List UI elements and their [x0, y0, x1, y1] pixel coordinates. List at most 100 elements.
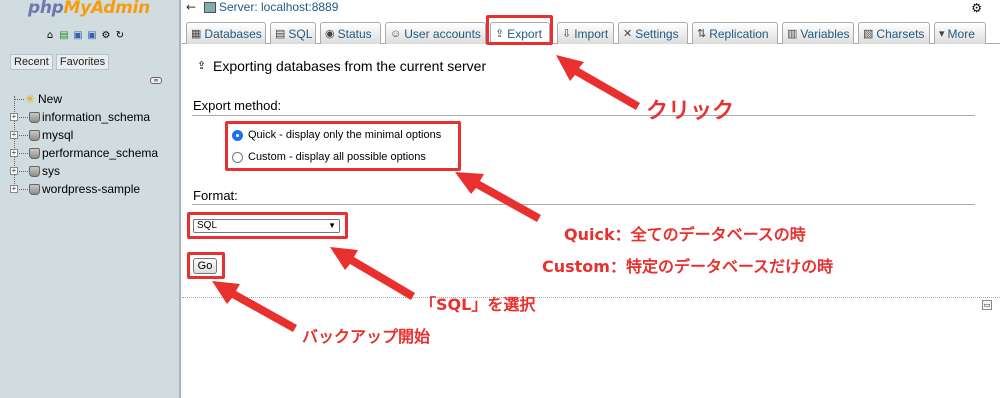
sidebar-quick-links: ⌂ ▤ ▣ ▣ ⚙ ↻	[44, 30, 126, 42]
format-divider	[192, 204, 975, 205]
arrow-to-go-button	[212, 281, 297, 332]
users-icon: ☺	[390, 27, 402, 40]
tree-branch-line	[19, 188, 28, 190]
databases-icon: ▦	[191, 28, 202, 40]
tab-label: More	[947, 26, 975, 41]
tree-branch-line	[19, 116, 28, 118]
page-title-text: Exporting databases from the current ser…	[213, 58, 487, 74]
tab-label: Charsets	[876, 26, 925, 41]
link-with-main-panel-icon[interactable]: ∞	[150, 77, 162, 84]
tab-label: Variables	[800, 26, 850, 41]
tab-more[interactable]: ▾ More	[934, 22, 986, 44]
logout-icon[interactable]: ▤	[58, 30, 70, 42]
database-icon	[29, 129, 40, 141]
tab-label: Settings	[635, 26, 679, 41]
arrow-to-export-method	[455, 172, 541, 222]
highlight-export-tab	[486, 15, 553, 45]
tab-label: Status	[337, 26, 372, 41]
server-icon	[204, 1, 216, 13]
annotation-select-sql: 「SQL」を選択	[420, 295, 536, 314]
tab-charsets[interactable]: ▧ Charsets	[858, 22, 930, 44]
annotation-quick: Quick：全てのデータベースの時	[564, 225, 806, 244]
chevron-down-icon: ▾	[939, 28, 945, 40]
tab-label: Replication	[709, 26, 769, 41]
tab-replication[interactable]: ⇅ Replication	[692, 22, 778, 44]
database-icon	[29, 183, 40, 195]
tree-item-label: performance_schema	[42, 146, 159, 160]
tree-item-mysql[interactable]: + mysql	[10, 126, 158, 144]
charsets-icon: ▧	[863, 28, 874, 40]
collapse-sidebar-arrow-icon[interactable]: ←	[186, 0, 196, 14]
tab-label: Import	[574, 26, 609, 41]
tree-item-label: sys	[42, 164, 60, 178]
highlight-go-button	[187, 252, 225, 279]
tree-branch-line	[19, 170, 28, 172]
tab-settings[interactable]: ✕ Settings	[618, 22, 688, 44]
tab-label: User accounts	[404, 26, 481, 41]
reload-icon[interactable]: ↻	[114, 30, 126, 42]
server-tab-bar: ▦ Databases ▤ SQL ◉ Status ☺ User accounts ⇪…	[182, 18, 1000, 44]
page-settings-icon[interactable]: ⚙	[971, 1, 982, 15]
tree-item-label: New	[38, 92, 63, 106]
highlight-export-method	[225, 121, 461, 171]
tab-user-accounts[interactable]: ☺ User accounts	[385, 22, 486, 44]
arrow-to-export-tab	[556, 55, 640, 110]
annotation-click: クリック	[646, 99, 735, 124]
tree-item-new[interactable]: ✳ New	[10, 90, 158, 108]
tab-recent[interactable]: Recent	[10, 54, 53, 70]
status-icon: ◉	[325, 28, 335, 40]
expand-icon[interactable]: +	[10, 113, 18, 121]
database-tree: ✳ New + information_schema + mysql + per…	[10, 90, 158, 198]
expand-icon[interactable]: +	[10, 149, 18, 157]
export-method-divider	[192, 115, 975, 116]
tree-item-label: information_schema	[42, 110, 151, 124]
docs-icon[interactable]: ▣	[72, 30, 84, 42]
expand-icon[interactable]: +	[10, 167, 18, 175]
export-method-legend: Export method:	[193, 98, 282, 113]
top-breadcrumb-bar: ← Server: localhost:8889 ⚙	[182, 0, 1000, 18]
database-icon	[29, 147, 40, 159]
tab-variables[interactable]: ▥ Variables	[782, 22, 854, 44]
highlight-format-select	[187, 212, 348, 239]
tree-item-label: mysql	[42, 128, 74, 142]
settings-icon: ✕	[623, 28, 633, 40]
arrow-to-format-select	[330, 247, 415, 300]
tree-item-information-schema[interactable]: + information_schema	[10, 108, 158, 126]
tree-item-performance-schema[interactable]: + performance_schema	[10, 144, 158, 162]
tab-import[interactable]: ⇩ Import	[557, 22, 614, 44]
console-toggle-icon[interactable]: ▭	[982, 300, 992, 310]
export-icon: ⇪	[197, 60, 207, 72]
import-icon: ⇩	[562, 28, 572, 40]
recent-favorites-tabs: Recent Favorites	[10, 54, 110, 70]
tab-status[interactable]: ◉ Status	[320, 22, 381, 44]
expand-icon[interactable]: +	[10, 131, 18, 139]
expand-icon[interactable]: +	[10, 185, 18, 193]
database-icon	[29, 165, 40, 177]
replication-icon: ⇅	[697, 28, 707, 40]
database-icon	[29, 111, 40, 123]
breadcrumb[interactable]: Server: localhost:8889	[204, 0, 338, 14]
tree-branch-line	[19, 152, 28, 154]
home-icon[interactable]: ⌂	[44, 30, 56, 42]
content-divider	[182, 297, 1000, 298]
phpmyadmin-logo[interactable]: phpMyAdmin	[28, 0, 150, 18]
tab-databases[interactable]: ▦ Databases	[186, 22, 266, 44]
settings-icon[interactable]: ⚙	[100, 30, 112, 42]
new-database-icon: ✳	[25, 92, 36, 106]
tab-favorites[interactable]: Favorites	[55, 54, 110, 70]
tree-item-sys[interactable]: + sys	[10, 162, 158, 180]
tree-item-label: wordpress-sample	[42, 182, 141, 196]
variables-icon: ▥	[787, 28, 798, 40]
tree-item-wordpress-sample[interactable]: + wordpress-sample	[10, 180, 158, 198]
tab-label: SQL	[288, 26, 313, 41]
annotation-custom: Custom：特定のデータベースだけの時	[542, 257, 834, 276]
breadcrumb-server[interactable]: Server: localhost:8889	[219, 0, 338, 14]
sql-icon: ▤	[275, 28, 286, 40]
tree-branch-line	[19, 134, 28, 136]
tab-sql[interactable]: ▤ SQL	[270, 22, 316, 44]
navigation-sidebar: phpMyAdmin ⌂ ▤ ▣ ▣ ⚙ ↻ Recent Favorites …	[0, 0, 181, 398]
help-icon[interactable]: ▣	[86, 30, 98, 42]
annotation-backup-start: バックアップ開始	[302, 327, 431, 346]
format-legend: Format:	[193, 188, 238, 203]
page-title: ⇪ Exporting databases from the current s…	[197, 58, 486, 74]
